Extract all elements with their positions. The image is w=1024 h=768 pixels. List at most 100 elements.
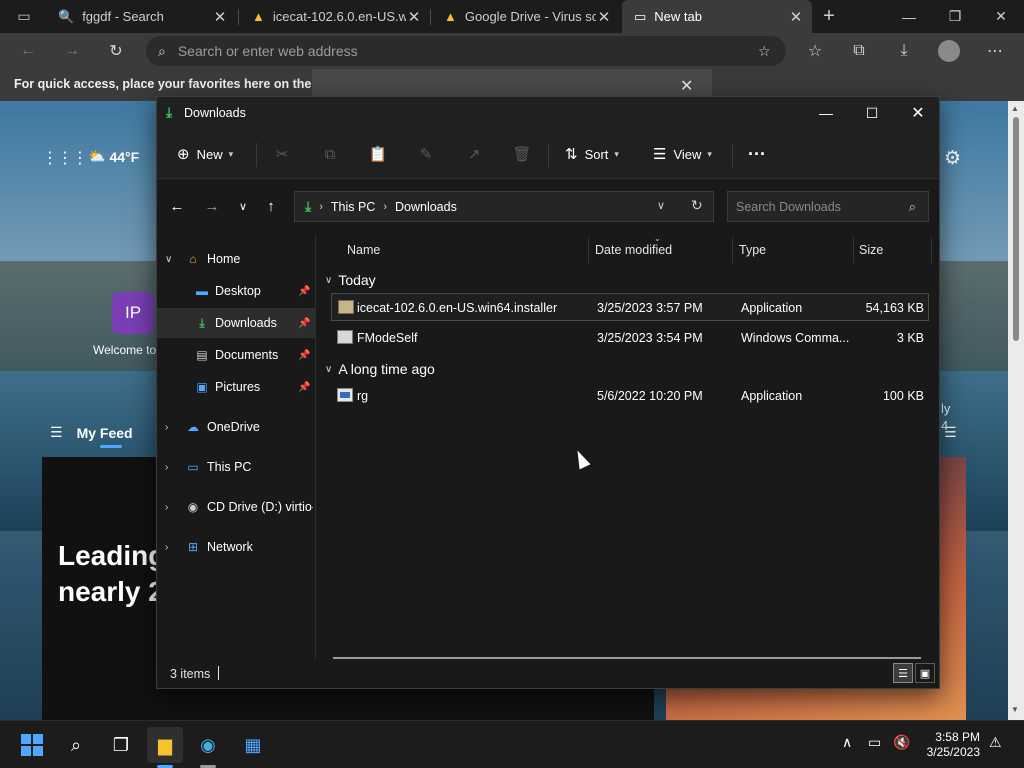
tab-icecat[interactable]: ▲ icecat-102.6.0.en-US.win ✕ bbox=[240, 0, 430, 33]
delete-icon[interactable]: 🗑 bbox=[511, 142, 533, 166]
tiles-view-icon[interactable]: ▣ bbox=[915, 663, 935, 683]
column-header-date[interactable]: Date modified bbox=[595, 237, 672, 263]
network-status-icon[interactable]: ▭ bbox=[868, 734, 881, 751]
close-hint-icon[interactable]: ✕ bbox=[680, 76, 693, 96]
view-button[interactable]: ☰ View ▾ bbox=[653, 139, 712, 169]
sidebar-item-network[interactable]: › ⊞ Network bbox=[157, 532, 316, 562]
minimize-icon[interactable]: — bbox=[803, 97, 849, 129]
collections-icon[interactable]: ⧉ bbox=[844, 36, 874, 66]
minimize-icon[interactable]: — bbox=[894, 0, 924, 33]
close-window-icon[interactable]: ✕ bbox=[895, 97, 941, 129]
sidebar-item-downloads[interactable]: ⤓ Downloads 📌 bbox=[157, 308, 316, 338]
column-header-size[interactable]: Size bbox=[859, 237, 883, 263]
scroll-down-icon[interactable]: ▼ bbox=[1011, 705, 1019, 714]
tab-new-tab[interactable]: ▭ New tab ✕ bbox=[622, 0, 812, 33]
breadcrumb-downloads[interactable]: Downloads bbox=[395, 200, 457, 214]
forward-arrow-icon[interactable]: → bbox=[57, 36, 87, 66]
settings-more-icon[interactable]: ⋯ bbox=[980, 36, 1010, 66]
task-view-icon[interactable]: ❐ bbox=[103, 727, 139, 763]
sort-button[interactable]: ⇅ Sort ▾ bbox=[565, 139, 619, 169]
back-arrow-icon[interactable]: ← bbox=[13, 36, 43, 66]
feed-tab[interactable]: ☰ My Feed bbox=[50, 424, 133, 441]
refresh-icon[interactable]: ↻ bbox=[691, 197, 703, 214]
add-favorite-icon[interactable]: ☆ bbox=[758, 43, 771, 60]
pin-icon[interactable]: 📌 bbox=[298, 286, 310, 297]
tab-actions-icon[interactable]: ▭ bbox=[10, 0, 38, 33]
hamburger-menu-icon[interactable]: ☰ bbox=[50, 424, 63, 441]
pin-icon[interactable]: 📌 bbox=[298, 350, 310, 361]
forward-arrow-icon[interactable]: → bbox=[200, 192, 224, 220]
column-header-name[interactable]: Name bbox=[347, 237, 380, 263]
back-arrow-icon[interactable]: ← bbox=[165, 192, 189, 220]
new-button[interactable]: ⊕ New ▾ bbox=[177, 139, 233, 169]
maximize-icon[interactable]: ☐ bbox=[849, 97, 895, 129]
sidebar-item-desktop[interactable]: ▬ Desktop 📌 bbox=[157, 276, 316, 306]
paste-icon[interactable]: 📋 bbox=[367, 142, 389, 166]
volume-muted-icon[interactable]: 🔇 bbox=[893, 734, 910, 751]
recent-locations-chevron-icon[interactable]: ∨ bbox=[231, 192, 255, 220]
tab-close-icon[interactable]: ✕ bbox=[212, 8, 228, 26]
up-arrow-icon[interactable]: ↑ bbox=[259, 192, 283, 220]
group-header-long-ago[interactable]: ∨ A long time ago bbox=[325, 358, 435, 380]
group-header-today[interactable]: ∨ Today bbox=[325, 269, 376, 291]
address-bar[interactable]: ⌕ Search or enter web address ☆ bbox=[146, 36, 786, 66]
file-explorer-taskbar-icon[interactable]: ▆ bbox=[147, 727, 183, 763]
explorer-address-bar[interactable]: ⤓ › This PC › Downloads ∨ ↻ bbox=[294, 191, 714, 222]
sidebar-item-onedrive[interactable]: › ☁ OneDrive bbox=[157, 412, 316, 442]
new-tab-plus-icon[interactable]: + bbox=[816, 0, 842, 33]
column-separator[interactable] bbox=[853, 237, 854, 263]
chevron-down-icon[interactable]: ∨ bbox=[657, 199, 665, 212]
refresh-icon[interactable]: ↻ bbox=[101, 36, 131, 66]
chevron-right-icon[interactable]: › bbox=[165, 502, 168, 513]
favorites-icon[interactable]: ☆ bbox=[800, 36, 830, 66]
chevron-right-icon[interactable]: › bbox=[165, 422, 168, 433]
sidebar-item-this-pc[interactable]: › ▭ This PC bbox=[157, 452, 316, 482]
apps-grid-icon[interactable]: ⋮⋮⋮ bbox=[42, 148, 88, 168]
tab-close-icon[interactable]: ✕ bbox=[406, 8, 422, 26]
search-icon[interactable]: ⌕ bbox=[58, 727, 94, 763]
profile-avatar-icon[interactable] bbox=[934, 36, 964, 66]
tab-search[interactable]: 🔍 fggdf - Search ✕ bbox=[46, 0, 236, 33]
table-row[interactable]: FModeSelf 3/25/2023 3:54 PM Windows Comm… bbox=[331, 324, 929, 352]
details-view-icon[interactable]: ☰ bbox=[893, 663, 913, 683]
scroll-up-icon[interactable]: ▲ bbox=[1011, 104, 1019, 113]
tab-google-drive[interactable]: ▲ Google Drive - Virus sc ✕ bbox=[432, 0, 620, 33]
downloads-icon[interactable]: ⤓ bbox=[889, 36, 919, 66]
show-hidden-icons-chevron-icon[interactable]: ∧ bbox=[842, 734, 852, 751]
column-separator[interactable] bbox=[732, 237, 733, 263]
scrollbar-thumb[interactable] bbox=[1013, 117, 1019, 341]
sidebar-item-pictures[interactable]: ▣ Pictures 📌 bbox=[157, 372, 316, 402]
page-settings-gear-icon[interactable]: ⚙ bbox=[944, 147, 961, 170]
share-icon[interactable]: ↗ bbox=[463, 142, 485, 166]
notifications-icon[interactable]: ⚠ bbox=[989, 734, 1002, 751]
tab-close-icon[interactable]: ✕ bbox=[788, 8, 804, 26]
weather-widget[interactable]: ⛅ 44°F bbox=[88, 148, 139, 165]
chevron-right-icon[interactable]: › bbox=[165, 462, 168, 473]
tab-close-icon[interactable]: ✕ bbox=[596, 8, 612, 26]
explorer-title-bar[interactable]: ⤓ Downloads — ☐ ✕ bbox=[157, 97, 939, 129]
table-row[interactable]: rg 5/6/2022 10:20 PM Application 100 KB bbox=[331, 382, 929, 410]
sidebar-item-documents[interactable]: ▤ Documents 📌 bbox=[157, 340, 316, 370]
cut-icon[interactable]: ✂ bbox=[271, 142, 293, 166]
edge-browser-icon[interactable]: ◉ bbox=[190, 727, 226, 763]
store-icon[interactable]: ▦ bbox=[235, 727, 271, 763]
close-browser-icon[interactable]: ✕ bbox=[986, 0, 1016, 33]
column-header-type[interactable]: Type bbox=[739, 237, 766, 263]
copy-icon[interactable]: ⧉ bbox=[319, 142, 341, 166]
table-row[interactable]: icecat-102.6.0.en-US.win64.installer 3/2… bbox=[331, 293, 929, 321]
horizontal-scrollbar[interactable] bbox=[333, 657, 921, 659]
start-button[interactable] bbox=[14, 727, 50, 763]
rename-icon[interactable]: ✎ bbox=[415, 142, 437, 166]
pin-icon[interactable]: 📌 bbox=[298, 318, 310, 329]
restore-icon[interactable]: ❐ bbox=[940, 0, 970, 33]
sidebar-item-cd-drive[interactable]: › ◉ CD Drive (D:) virtio-w bbox=[157, 492, 316, 522]
page-scrollbar[interactable]: ▲ ▼ bbox=[1008, 101, 1024, 720]
avatar[interactable]: IP bbox=[112, 292, 154, 334]
chevron-down-icon[interactable]: ∨ bbox=[165, 254, 172, 265]
search-input[interactable]: Search Downloads ⌕ bbox=[727, 191, 929, 222]
column-separator[interactable] bbox=[588, 237, 589, 263]
pin-icon[interactable]: 📌 bbox=[298, 382, 310, 393]
breadcrumb-this-pc[interactable]: This PC bbox=[331, 200, 375, 214]
sidebar-item-home[interactable]: ∨ ⌂ Home bbox=[157, 244, 316, 274]
system-clock[interactable]: 3:58 PM 3/25/2023 bbox=[918, 730, 980, 760]
